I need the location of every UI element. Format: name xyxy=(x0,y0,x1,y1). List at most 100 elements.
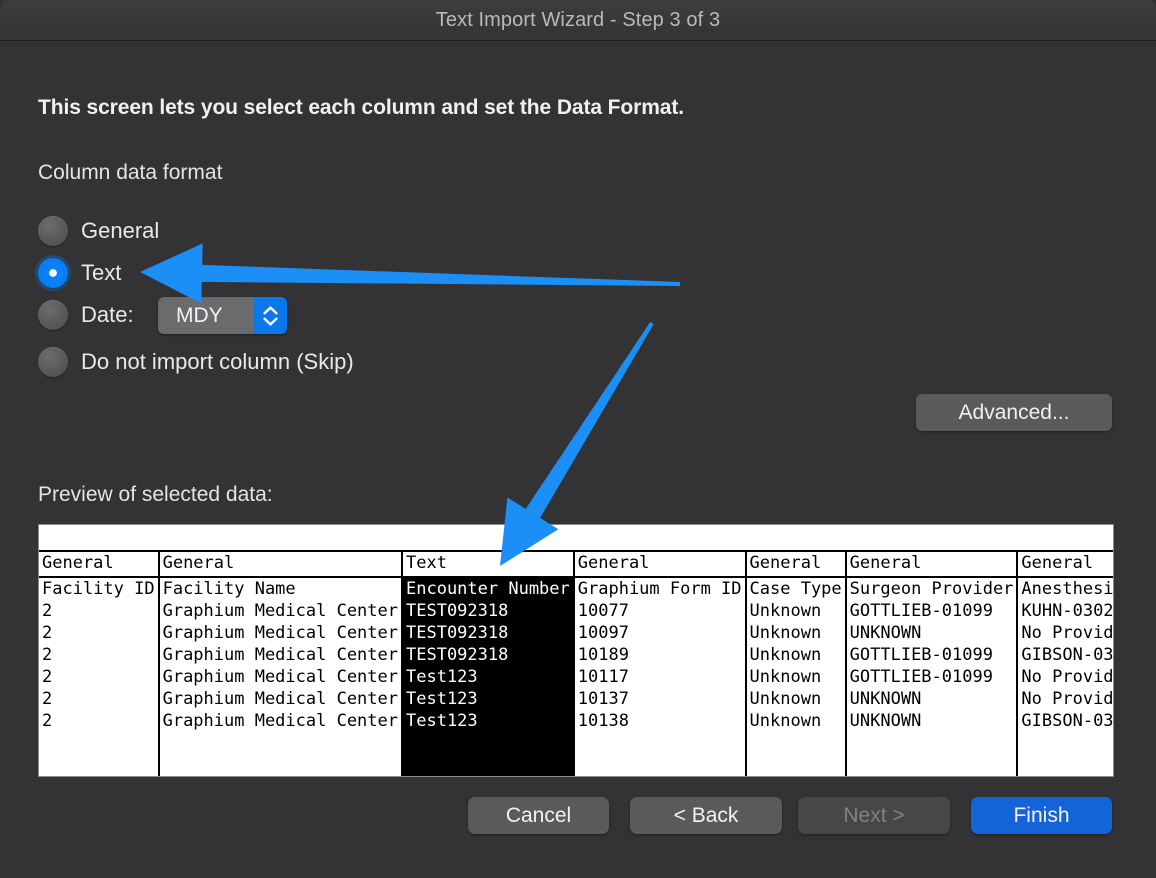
table-cell[interactable]: TEST092318 xyxy=(402,622,575,644)
column-format-header[interactable]: General xyxy=(1017,552,1113,578)
back-button[interactable]: < Back xyxy=(630,797,782,834)
radio-option-text[interactable]: Text xyxy=(38,256,121,290)
table-cell[interactable]: No Provide xyxy=(1017,666,1113,688)
cancel-button[interactable]: Cancel xyxy=(468,797,609,834)
radio-label-text: Text xyxy=(81,260,122,285)
chevron-up-icon xyxy=(263,305,278,314)
radio-option-date[interactable]: Date: xyxy=(38,298,134,332)
table-cell[interactable]: Test123 xyxy=(402,666,575,688)
table-cell[interactable]: Test123 xyxy=(402,688,575,710)
radio-label-general: General xyxy=(81,218,160,243)
table-cell-empty xyxy=(845,732,1019,776)
preview-pane[interactable]: General General Text General General General G… xyxy=(38,524,1114,777)
table-cell[interactable]: Unknown xyxy=(745,600,847,622)
radio-indicator-date[interactable] xyxy=(38,300,68,330)
table-cell[interactable]: 2 xyxy=(39,710,160,732)
radio-indicator-do-not-import[interactable] xyxy=(38,347,68,377)
column-format-header[interactable]: General xyxy=(745,552,847,578)
radio-option-general[interactable]: General xyxy=(38,214,159,248)
table-cell[interactable]: No Provide xyxy=(1017,688,1113,710)
table-cell[interactable]: UNKNOWN xyxy=(845,710,1019,732)
column-format-header[interactable]: General xyxy=(845,552,1019,578)
table-cell[interactable]: Anesthesia xyxy=(1017,577,1113,600)
table-cell[interactable]: 10117 xyxy=(573,666,747,688)
table-cell[interactable]: Graphium Medical Center xyxy=(158,688,404,710)
table-cell[interactable]: 2 xyxy=(39,666,160,688)
preview-format-row: General General Text General General General G… xyxy=(39,552,1113,578)
dialog-title: Text Import Wizard - Step 3 of 3 xyxy=(435,9,721,31)
table-cell[interactable]: 2 xyxy=(39,644,160,666)
table-cell[interactable]: Graphium Form ID xyxy=(573,577,747,600)
preview-horizontal-scroll-strip[interactable] xyxy=(39,525,1113,552)
table-cell-empty xyxy=(1017,732,1113,776)
table-cell[interactable]: Graphium Medical Center xyxy=(158,600,404,622)
table-cell[interactable]: Case Type xyxy=(745,577,847,600)
chevron-down-icon xyxy=(263,317,278,326)
table-cell[interactable]: Unknown xyxy=(745,644,847,666)
table-cell[interactable]: 2 xyxy=(39,622,160,644)
table-cell[interactable]: Surgeon Provider xyxy=(845,577,1019,600)
preview-table-wrapper: General General Text General General General G… xyxy=(39,552,1113,776)
radio-label-date: Date: xyxy=(81,302,134,327)
table-cell[interactable]: 10189 xyxy=(573,644,747,666)
table-cell-empty xyxy=(402,732,575,776)
advanced-button[interactable]: Advanced... xyxy=(916,394,1112,431)
table-cell-empty xyxy=(39,732,160,776)
table-cell[interactable]: Graphium Medical Center xyxy=(158,644,404,666)
table-row: 2 Graphium Medical Center Test123 10138 Unkn… xyxy=(39,710,1113,732)
table-cell[interactable]: Unknown xyxy=(745,688,847,710)
table-cell[interactable]: Encounter Number xyxy=(402,577,575,600)
column-format-header[interactable]: General xyxy=(573,552,747,578)
column-format-header[interactable]: Text xyxy=(402,552,575,578)
table-cell[interactable]: Facility ID xyxy=(39,577,160,600)
page-title: This screen lets you select each column … xyxy=(38,96,684,119)
table-row: 2 Graphium Medical Center TEST092318 10097 U… xyxy=(39,622,1113,644)
table-cell[interactable]: Graphium Medical Center xyxy=(158,622,404,644)
table-cell-empty xyxy=(158,732,404,776)
radio-option-do-not-import[interactable]: Do not import column (Skip) xyxy=(38,345,354,379)
table-cell[interactable]: Facility Name xyxy=(158,577,404,600)
table-cell-empty xyxy=(745,732,847,776)
column-data-format-label: Column data format xyxy=(38,161,223,184)
table-row: 2 Graphium Medical Center TEST092318 10189 U… xyxy=(39,644,1113,666)
table-cell[interactable]: Unknown xyxy=(745,666,847,688)
table-cell[interactable]: UNKNOWN xyxy=(845,622,1019,644)
dialog-titlebar: Text Import Wizard - Step 3 of 3 xyxy=(0,0,1156,41)
radio-indicator-general[interactable] xyxy=(38,216,68,246)
table-cell[interactable]: GOTTLIEB-01099 xyxy=(845,666,1019,688)
table-cell[interactable]: Test123 xyxy=(402,710,575,732)
table-cell[interactable]: 2 xyxy=(39,688,160,710)
column-format-header[interactable]: General xyxy=(39,552,160,578)
finish-button[interactable]: Finish xyxy=(971,797,1112,834)
table-cell[interactable]: 2 xyxy=(39,600,160,622)
table-cell[interactable]: Graphium Medical Center xyxy=(158,666,404,688)
table-cell[interactable]: 10138 xyxy=(573,710,747,732)
preview-column-name-row: Facility ID Facility Name Encounter Number… xyxy=(39,577,1113,600)
table-cell[interactable]: 10077 xyxy=(573,600,747,622)
table-cell[interactable]: 10137 xyxy=(573,688,747,710)
preview-label: Preview of selected data: xyxy=(38,483,273,506)
table-cell[interactable]: No Provide xyxy=(1017,622,1113,644)
date-format-value: MDY xyxy=(158,297,254,334)
table-cell[interactable]: TEST092318 xyxy=(402,644,575,666)
table-cell[interactable]: 10097 xyxy=(573,622,747,644)
table-cell[interactable]: UNKNOWN xyxy=(845,688,1019,710)
table-cell[interactable]: GIBSON-030 xyxy=(1017,710,1113,732)
table-cell[interactable]: TEST092318 xyxy=(402,600,575,622)
table-cell[interactable]: GOTTLIEB-01099 xyxy=(845,600,1019,622)
table-cell[interactable]: KUHN-03020 xyxy=(1017,600,1113,622)
preview-table: General General Text General General General G… xyxy=(39,552,1113,776)
table-cell[interactable]: Graphium Medical Center xyxy=(158,710,404,732)
arrow-pointing-to-text-radio xyxy=(140,243,680,304)
table-cell[interactable]: GOTTLIEB-01099 xyxy=(845,644,1019,666)
table-cell[interactable]: GIBSON-030 xyxy=(1017,644,1113,666)
table-cell[interactable]: Unknown xyxy=(745,622,847,644)
table-cell[interactable]: Unknown xyxy=(745,710,847,732)
table-row: 2 Graphium Medical Center TEST092318 10077 U… xyxy=(39,600,1113,622)
radio-indicator-text[interactable] xyxy=(38,258,68,288)
table-row: 2 Graphium Medical Center Test123 10117 Unkn… xyxy=(39,666,1113,688)
date-format-select[interactable]: MDY xyxy=(158,297,287,334)
date-format-stepper[interactable] xyxy=(254,297,287,334)
column-format-header[interactable]: General xyxy=(158,552,404,578)
preview-filler-row xyxy=(39,732,1113,776)
